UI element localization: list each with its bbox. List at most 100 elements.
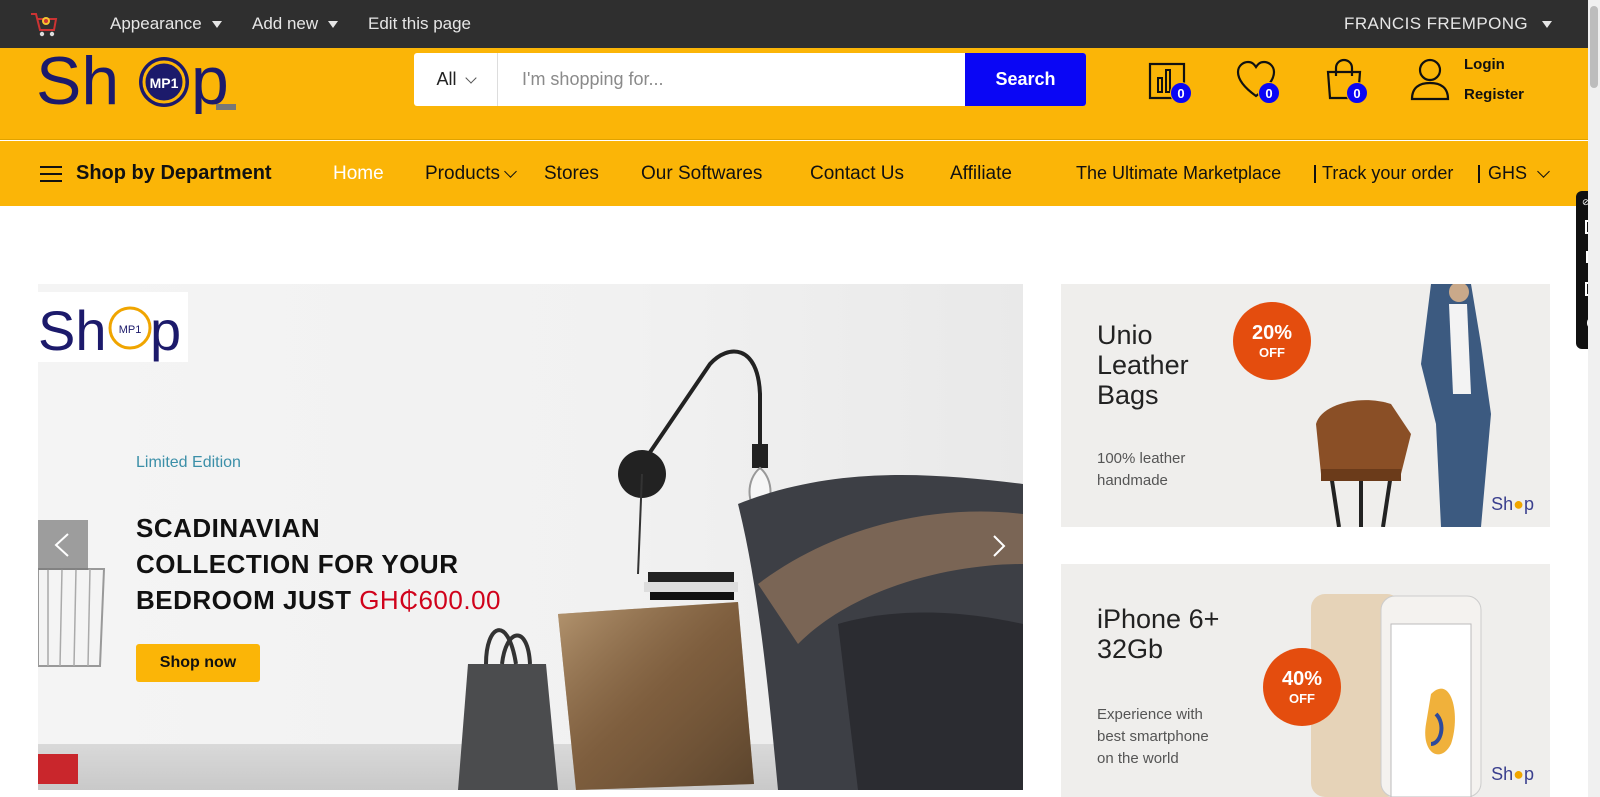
currency-value: GHS — [1488, 163, 1528, 183]
hero-logo-text-start: Sh — [38, 299, 107, 362]
shop-by-department-button[interactable]: Shop by Department — [40, 141, 272, 206]
nav-link-track-order[interactable]: Track your order — [1322, 141, 1453, 206]
discount-percent: 20% — [1251, 322, 1293, 344]
discount-off: OFF — [1259, 345, 1285, 360]
promo-subtitle-line2: best smartphone — [1097, 728, 1209, 745]
scrollbar[interactable] — [1588, 0, 1600, 797]
nav-link-ultimate-marketplace[interactable]: The Ultimate Marketplace — [1076, 141, 1281, 206]
promo-subtitle-line1: Experience with — [1097, 706, 1203, 723]
promo-watermark: Sh●p — [1491, 494, 1534, 514]
chevron-down-icon — [1537, 164, 1550, 178]
nav-link-products-label: Products — [425, 162, 500, 184]
search-button-label: Search — [995, 69, 1056, 89]
promo-card-leather-bags[interactable]: Unio Leather Bags 20% OFF 100% leather h… — [1061, 284, 1550, 527]
add-new-label: Add new — [252, 14, 319, 33]
hero-title: SCADINAVIAN COLLECTION FOR YOUR BEDROOM … — [136, 510, 501, 618]
shop-now-label: Shop now — [159, 654, 237, 671]
nav-link-affiliate[interactable]: Affiliate — [950, 141, 1012, 206]
hero-logo-text-end: p — [150, 299, 181, 362]
cart-count-badge: 0 — [1346, 82, 1368, 104]
promo-title-line1: iPhone 6+ — [1097, 604, 1220, 634]
hero-title-line3: BEDROOM JUST — [136, 585, 360, 615]
promo-watermark-start: Sh — [1491, 494, 1514, 514]
compare-count-badge: 0 — [1170, 82, 1192, 104]
wishlist-count-badge: 0 — [1258, 82, 1280, 104]
discount-percent: 40% — [1281, 668, 1323, 690]
slider-next-button[interactable] — [978, 530, 1018, 562]
hero-logo-badge: MP1 — [119, 324, 142, 336]
leather-bag-image — [1316, 284, 1491, 527]
user-name: FRANCIS FREMPONG — [1344, 14, 1528, 33]
wishlist-button[interactable]: 0 — [1234, 58, 1280, 104]
promo-watermark-end: p — [1523, 764, 1534, 784]
compare-button[interactable]: 0 — [1146, 58, 1192, 104]
search-input[interactable] — [498, 53, 965, 106]
hamburger-icon — [40, 165, 62, 182]
admin-bar: Appearance Add new Edit this page FRANCI… — [0, 0, 1600, 48]
slider-prev-button[interactable] — [38, 520, 88, 570]
chevron-down-icon — [504, 164, 517, 178]
promo-subtitle-line1: 100% leather — [1097, 450, 1186, 467]
nav-link-our-softwares[interactable]: Our Softwares — [641, 141, 762, 206]
cart-button[interactable]: 0 — [1322, 58, 1368, 104]
edit-page-label: Edit this page — [368, 14, 472, 33]
promo-subtitle: Experience with best smartphone on the w… — [1097, 704, 1209, 770]
cart-logo-icon[interactable] — [28, 8, 60, 40]
discount-badge: 40% OFF — [1263, 648, 1341, 726]
discount-off: OFF — [1289, 691, 1315, 706]
iphone-image — [1311, 594, 1482, 797]
promo-watermark-start: Sh — [1491, 764, 1514, 784]
promo-watermark-end: p — [1523, 494, 1534, 514]
shop-logo-graphic: Sh MP1 p — [36, 43, 236, 119]
logo-text-start: Sh — [36, 54, 119, 114]
nav-separator — [1314, 165, 1316, 183]
promo-subtitle: 100% leather handmade — [1097, 448, 1185, 492]
appearance-menu[interactable]: Appearance — [110, 0, 222, 48]
chevron-left-icon — [54, 533, 69, 557]
discount-badge: 20% OFF — [1233, 302, 1311, 380]
scrollbar-thumb[interactable] — [1590, 6, 1598, 88]
page: Appearance Add new Edit this page FRANCI… — [0, 0, 1600, 797]
nav-link-home[interactable]: Home — [333, 141, 384, 206]
hero-title-line1: SCADINAVIAN — [136, 513, 321, 543]
shop-now-button[interactable]: Shop now — [136, 644, 260, 682]
promo-title: Unio Leather Bags — [1097, 320, 1189, 410]
add-new-menu[interactable]: Add new — [252, 0, 339, 48]
promo-title: iPhone 6+ 32Gb — [1097, 604, 1219, 664]
hero-price: GH₵600.00 — [359, 585, 501, 615]
promo-subtitle-line3: on the world — [1097, 750, 1179, 767]
department-label: Shop by Department — [76, 162, 272, 184]
user-menu[interactable]: FRANCIS FREMPONG — [1344, 0, 1552, 48]
search-bar: All Search — [414, 53, 1086, 106]
promo-title-line1: Unio — [1097, 320, 1153, 350]
currency-select[interactable]: GHS — [1488, 141, 1550, 206]
nav-separator — [1478, 165, 1480, 183]
search-category-select[interactable]: All — [414, 53, 498, 106]
hero-shop-logo: Sh MP1 p — [38, 292, 188, 362]
search-category-value: All — [436, 69, 457, 89]
login-link[interactable]: Login — [1464, 56, 1505, 73]
caret-down-icon — [1542, 20, 1552, 28]
edit-page-link[interactable]: Edit this page — [368, 0, 471, 48]
nav-link-contact-us[interactable]: Contact Us — [810, 141, 904, 206]
caret-down-icon — [211, 20, 222, 28]
nav-link-stores[interactable]: Stores — [544, 141, 599, 206]
promo-title-line2: Leather — [1097, 350, 1189, 380]
promo-watermark: Sh●p — [1491, 764, 1534, 784]
user-icon[interactable] — [1410, 57, 1450, 101]
chevron-right-icon — [993, 535, 1006, 557]
hero-tagline: Limited Edition — [136, 454, 241, 471]
hero-title-line2: COLLECTION FOR YOUR — [136, 549, 459, 579]
promo-card-iphone[interactable]: iPhone 6+ 32Gb 40% OFF Experience with b… — [1061, 564, 1550, 797]
logo-badge: MP1 — [150, 75, 179, 91]
nav-link-products[interactable]: Products — [425, 141, 517, 206]
promo-title-line3: Bags — [1097, 380, 1159, 410]
hero-slider: Sh MP1 p Limited Edition SCADINAVIAN COL… — [38, 284, 1023, 790]
appearance-label: Appearance — [110, 14, 202, 33]
register-link[interactable]: Register — [1464, 86, 1524, 103]
search-button[interactable]: Search — [965, 53, 1086, 106]
promo-title-line2: 32Gb — [1097, 634, 1164, 664]
site-logo[interactable]: Sh MP1 p — [36, 43, 246, 119]
promo-subtitle-line2: handmade — [1097, 472, 1168, 489]
caret-down-icon — [328, 20, 339, 28]
